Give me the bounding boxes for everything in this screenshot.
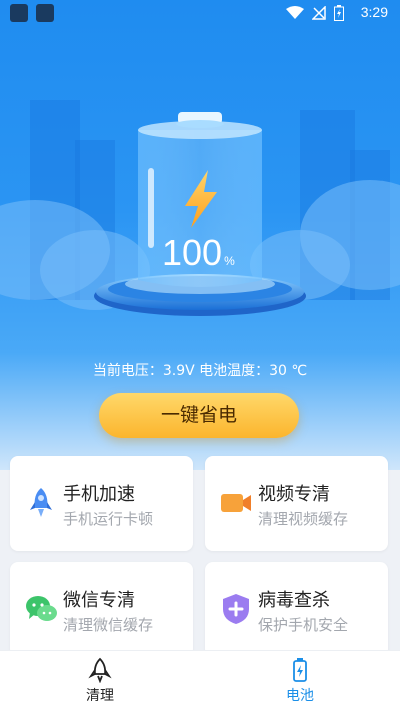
card-subtitle: 清理视频缓存 [258, 510, 349, 528]
card-wechat-clean[interactable]: 微信专清 清理微信缓存 [10, 562, 193, 657]
video-camera-icon [221, 494, 251, 512]
card-video-clean[interactable]: 视频专清 清理视频缓存 [205, 456, 388, 551]
one-click-save-power-button[interactable]: 一键省电 [99, 393, 299, 438]
card-title: 手机加速 [63, 484, 135, 505]
temperature-label: 电池温度： [199, 363, 270, 379]
wechat-icon [26, 596, 57, 621]
nav-item-clean[interactable]: 清理 [0, 651, 200, 710]
notification-icon [36, 4, 54, 22]
no-signal-icon [312, 6, 326, 20]
status-icons [286, 5, 344, 21]
nav-label: 电池 [286, 688, 314, 704]
rocket-outline-icon [88, 657, 112, 683]
temperature-value: 30 ℃ [269, 363, 308, 379]
card-title: 病毒查杀 [258, 590, 330, 611]
shield-icon [223, 594, 249, 624]
card-title: 微信专清 [63, 590, 135, 611]
hero-banner: 3:29 100 % 当前电压：3.9V 电池温度：30 ℃ 一键省电 [0, 0, 400, 470]
nav-item-battery[interactable]: 电池 [200, 651, 400, 710]
wifi-icon [286, 6, 304, 19]
voltage-value: 3.9V [162, 363, 195, 379]
battery-status-icon [334, 5, 344, 21]
voltage-label: 当前电压： [92, 363, 163, 379]
status-time: 3:29 [360, 4, 388, 20]
nav-label: 清理 [86, 688, 114, 704]
card-subtitle: 保护手机安全 [258, 616, 349, 634]
rocket-icon [30, 488, 52, 517]
battery-icon [293, 658, 307, 682]
status-bar: 3:29 [0, 0, 400, 26]
card-virus-scan[interactable]: 病毒查杀 保护手机安全 [205, 562, 388, 657]
card-subtitle: 手机运行卡顿 [63, 510, 154, 528]
card-phone-speedup[interactable]: 手机加速 手机运行卡顿 [10, 456, 193, 551]
battery-illustration [94, 112, 306, 316]
bottom-navigation: 清理 电池 [0, 650, 400, 710]
card-subtitle: 清理微信缓存 [63, 616, 154, 634]
battery-percent-unit: % [224, 254, 235, 268]
battery-percent: 100% [162, 232, 235, 274]
battery-percent-value: 100 [162, 232, 223, 273]
battery-info: 当前电压：3.9V 电池温度：30 ℃ [0, 360, 400, 380]
card-title: 视频专清 [258, 484, 330, 505]
notification-icon [10, 4, 28, 22]
